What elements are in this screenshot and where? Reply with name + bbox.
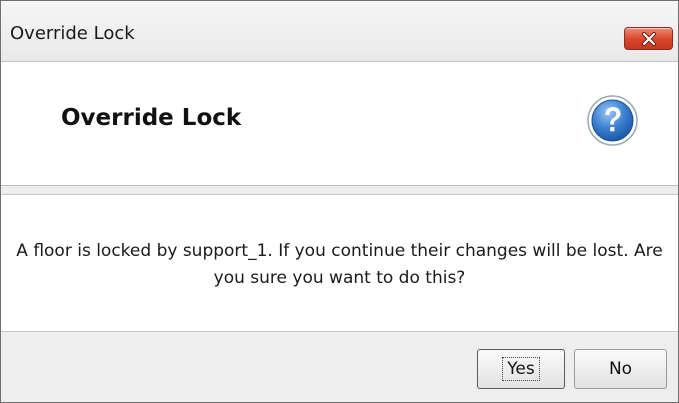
dialog-window: Override Lock Override Lock A floor is l… (0, 0, 679, 403)
button-bar: Yes No (1, 332, 678, 402)
message-text: A floor is locked by support_1. If you c… (16, 241, 663, 288)
no-button-label: No (608, 359, 633, 379)
window-title: Override Lock (10, 23, 135, 44)
message-panel: A floor is locked by support_1. If you c… (1, 194, 678, 332)
title-bar[interactable]: Override Lock (1, 1, 678, 62)
help-icon (587, 95, 638, 146)
dialog-header: Override Lock (1, 62, 678, 186)
close-icon (641, 31, 656, 46)
header-title: Override Lock (61, 105, 242, 131)
yes-button-label: Yes (502, 357, 540, 381)
yes-button[interactable]: Yes (477, 349, 565, 389)
close-button[interactable] (624, 27, 673, 50)
no-button[interactable]: No (574, 349, 667, 389)
